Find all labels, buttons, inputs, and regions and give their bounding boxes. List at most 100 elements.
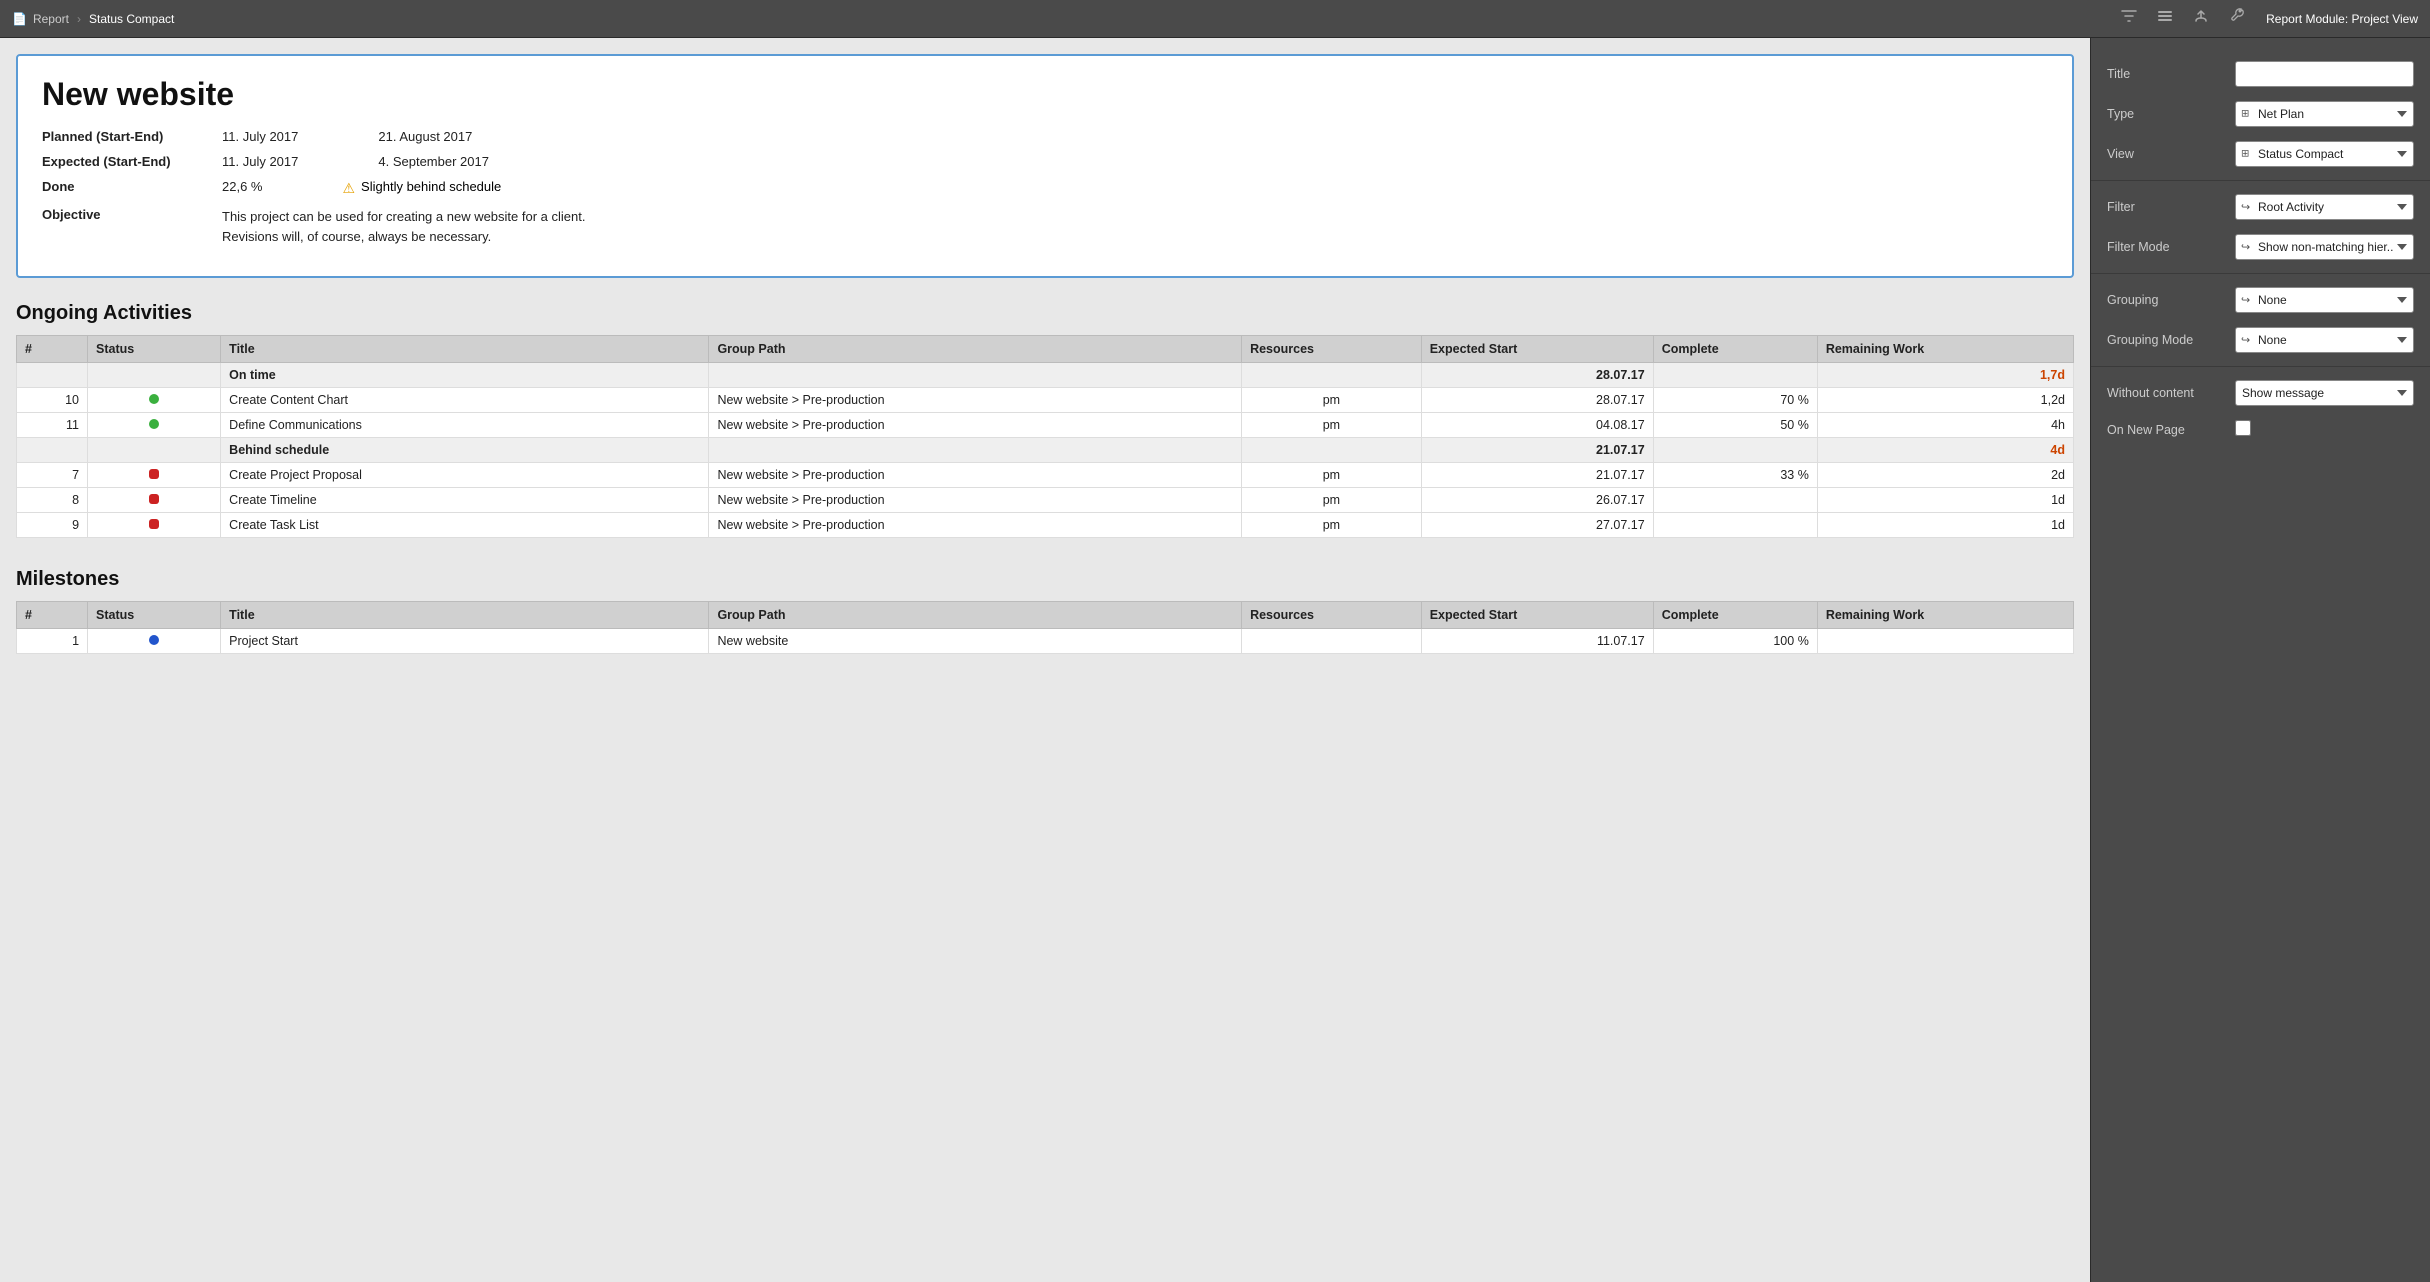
- table-row: 9 Create Task List New website > Pre-pro…: [17, 513, 2074, 538]
- main-layout: New website Planned (Start-End) 11. July…: [0, 38, 2430, 1282]
- sidebar-grouping-mode-row: Grouping Mode ↪ None: [2091, 320, 2430, 360]
- sidebar-filter-mode-control: ↪ Show non-matching hier...: [2235, 234, 2414, 260]
- done-status-wrapper: ⚠ Slightly behind schedule: [342, 179, 501, 197]
- col-group: Group Path: [709, 336, 1242, 363]
- sidebar-type-label: Type: [2107, 107, 2227, 121]
- wrench-icon[interactable]: [2228, 7, 2246, 30]
- row-exp-start: 21.07.17: [1421, 463, 1653, 488]
- status-green-icon: [149, 419, 159, 429]
- right-sidebar: Title Type ⊞ Net Plan View ⊞ Status Comp…: [2090, 38, 2430, 1282]
- col-status: Status: [88, 336, 221, 363]
- done-label: Done: [42, 179, 222, 194]
- sidebar-on-new-page-label: On New Page: [2107, 423, 2227, 437]
- breadcrumb-parent[interactable]: Report: [33, 12, 69, 26]
- col-exp-start: Expected Start: [1421, 602, 1653, 629]
- group-name-behind: Behind schedule: [221, 438, 709, 463]
- breadcrumb: 📄 Report › Status Compact: [12, 12, 174, 26]
- col-hash: #: [17, 602, 88, 629]
- sidebar-grouping-control: ↪ None: [2235, 287, 2414, 313]
- col-exp-start: Expected Start: [1421, 336, 1653, 363]
- row-remaining: 1,2d: [1817, 388, 2073, 413]
- group-row-behind: Behind schedule 21.07.17 4d: [17, 438, 2074, 463]
- row-resources: pm: [1242, 413, 1422, 438]
- group-row-on-time: On time 28.07.17 1,7d: [17, 363, 2074, 388]
- status-red-icon: [149, 494, 159, 504]
- row-complete: 100 %: [1653, 629, 1817, 654]
- row-complete: 50 %: [1653, 413, 1817, 438]
- sidebar-filter-mode-label: Filter Mode: [2107, 240, 2227, 254]
- col-remaining: Remaining Work: [1817, 336, 2073, 363]
- col-complete: Complete: [1653, 336, 1817, 363]
- list-icon[interactable]: [2156, 7, 2174, 30]
- col-hash: #: [17, 336, 88, 363]
- brush-icon[interactable]: [2192, 7, 2210, 30]
- done-row: Done 22,6 % ⚠ Slightly behind schedule: [42, 179, 2048, 197]
- table-row: 11 Define Communications New website > P…: [17, 413, 2074, 438]
- sidebar-filter-mode-row: Filter Mode ↪ Show non-matching hier...: [2091, 227, 2430, 267]
- row-status: [88, 463, 221, 488]
- group-exp-start-behind: 21.07.17: [1421, 438, 1653, 463]
- objective-row: Objective This project can be used for c…: [42, 207, 2048, 246]
- toolbar-icons: [2120, 7, 2246, 30]
- row-status: [88, 488, 221, 513]
- col-title: Title: [221, 602, 709, 629]
- top-bar: 📄 Report › Status Compact: [0, 0, 2430, 38]
- row-complete: [1653, 488, 1817, 513]
- view-select[interactable]: Status Compact: [2235, 141, 2414, 167]
- breadcrumb-separator: ›: [77, 12, 81, 26]
- row-group-path: New website > Pre-production: [709, 463, 1242, 488]
- row-title: Create Content Chart: [221, 388, 709, 413]
- row-remaining: 2d: [1817, 463, 2073, 488]
- ongoing-table: # Status Title Group Path Resources Expe…: [16, 335, 2074, 538]
- type-select[interactable]: Net Plan: [2235, 101, 2414, 127]
- row-status: [88, 629, 221, 654]
- col-title: Title: [221, 336, 709, 363]
- table-row: 8 Create Timeline New website > Pre-prod…: [17, 488, 2074, 513]
- group-remaining-behind: 4d: [1817, 438, 2073, 463]
- done-status: Slightly behind schedule: [361, 179, 501, 194]
- sidebar-filter-label: Filter: [2107, 200, 2227, 214]
- ongoing-table-header-row: # Status Title Group Path Resources Expe…: [17, 336, 2074, 363]
- row-exp-start: 26.07.17: [1421, 488, 1653, 513]
- row-exp-start: 11.07.17: [1421, 629, 1653, 654]
- row-num: 10: [17, 388, 88, 413]
- project-title: New website: [42, 76, 2048, 113]
- row-resources: pm: [1242, 388, 1422, 413]
- expected-label: Expected (Start-End): [42, 154, 222, 169]
- row-num: 1: [17, 629, 88, 654]
- row-title: Create Task List: [221, 513, 709, 538]
- ongoing-section-header: Ongoing Activities: [16, 302, 2074, 325]
- sidebar-without-content-label: Without content: [2107, 386, 2227, 400]
- row-resources: pm: [1242, 488, 1422, 513]
- row-resources: pm: [1242, 513, 1422, 538]
- row-exp-start: 04.08.17: [1421, 413, 1653, 438]
- sidebar-divider-1: [2091, 180, 2430, 181]
- row-remaining: [1817, 629, 2073, 654]
- on-new-page-checkbox[interactable]: [2235, 420, 2251, 436]
- milestones-table: # Status Title Group Path Resources Expe…: [16, 601, 2074, 654]
- col-resources: Resources: [1242, 602, 1422, 629]
- filter-select[interactable]: Root Activity: [2235, 194, 2414, 220]
- row-exp-start: 28.07.17: [1421, 388, 1653, 413]
- row-num: 8: [17, 488, 88, 513]
- sidebar-type-control: ⊞ Net Plan: [2235, 101, 2414, 127]
- row-num: 7: [17, 463, 88, 488]
- objective-text: This project can be used for creating a …: [222, 207, 622, 246]
- without-content-select[interactable]: Show message: [2235, 380, 2414, 406]
- row-title: Create Timeline: [221, 488, 709, 513]
- row-group-path: New website > Pre-production: [709, 488, 1242, 513]
- sidebar-filter-row: Filter ↪ Root Activity: [2091, 187, 2430, 227]
- grouping-select[interactable]: None: [2235, 287, 2414, 313]
- breadcrumb-current: Status Compact: [89, 12, 174, 26]
- status-red-icon: [149, 519, 159, 529]
- sidebar-on-new-page-row: On New Page: [2091, 413, 2430, 446]
- filter-icon[interactable]: [2120, 7, 2138, 30]
- sidebar-divider-3: [2091, 366, 2430, 367]
- sidebar-grouping-row: Grouping ↪ None: [2091, 280, 2430, 320]
- sidebar-title-control: [2235, 61, 2414, 87]
- filter-mode-select[interactable]: Show non-matching hier...: [2235, 234, 2414, 260]
- grouping-mode-select[interactable]: None: [2235, 327, 2414, 353]
- planned-end: 21. August 2017: [378, 129, 472, 144]
- title-input[interactable]: [2235, 61, 2414, 87]
- row-complete: [1653, 513, 1817, 538]
